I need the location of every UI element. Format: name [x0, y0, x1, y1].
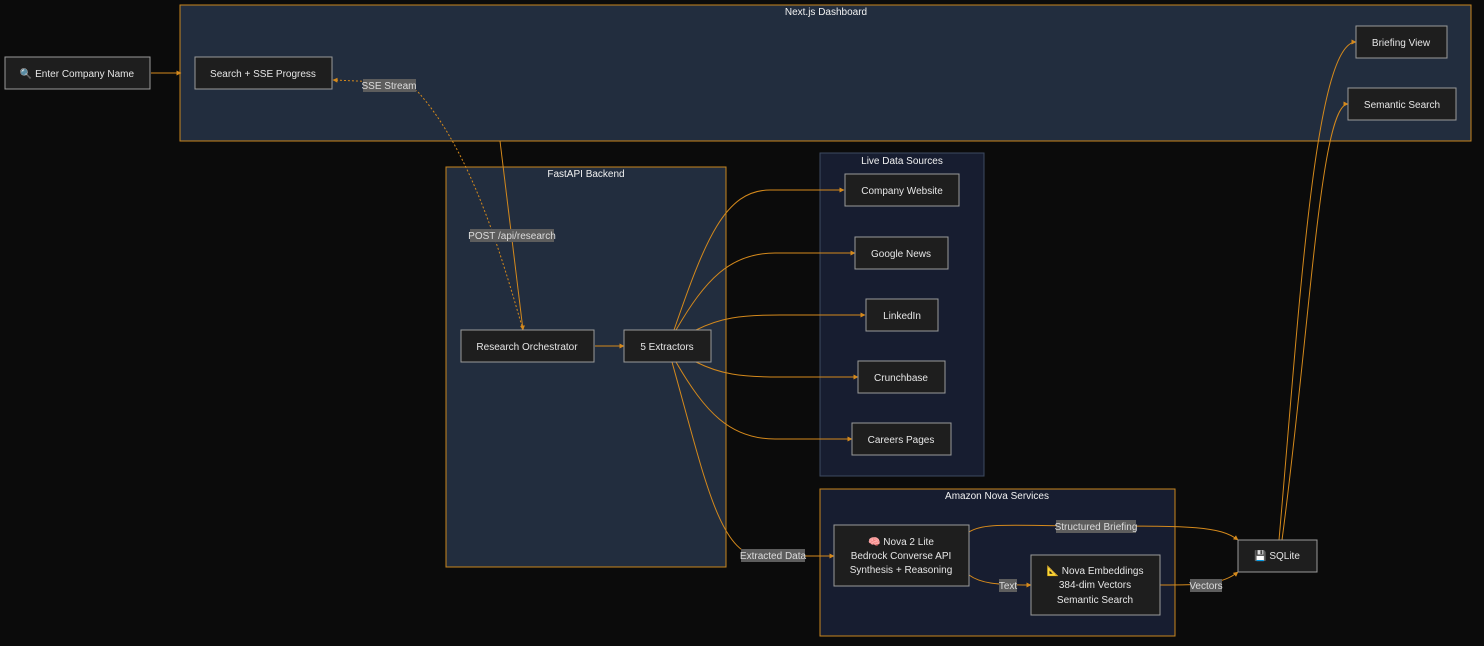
node-label-search: Search + SSE Progress	[210, 69, 316, 80]
edge-label-sse-text: SSE Stream	[361, 81, 416, 92]
node-5-extractors[interactable]: 5 Extractors	[623, 329, 712, 363]
edge-label-extracted-data: Extracted Data	[740, 549, 807, 562]
node-semantic-search[interactable]: Semantic Search	[1347, 87, 1457, 121]
edge-label-vectors-text: Vectors	[1189, 581, 1222, 592]
node-label-sqlite: 💾 SQLite	[1254, 549, 1300, 562]
node-label-nova-lite-3: Synthesis + Reasoning	[850, 565, 953, 576]
edge-label-structured-briefing: Structured Briefing	[1055, 520, 1138, 533]
node-label-orchestrator: Research Orchestrator	[476, 342, 578, 353]
node-linkedin[interactable]: LinkedIn	[865, 298, 939, 332]
node-label-nova-lite-2: Bedrock Converse API	[851, 551, 952, 562]
cluster-title-backend: FastAPI Backend	[547, 169, 624, 180]
node-briefing-view[interactable]: Briefing View	[1355, 25, 1448, 59]
node-label-embeddings-1: 📐 Nova Embeddings	[1047, 564, 1144, 577]
node-careers-pages[interactable]: Careers Pages	[851, 422, 952, 456]
architecture-diagram: Next.js Dashboard FastAPI Backend Live D…	[4, 4, 1472, 637]
node-label-input: 🔍 Enter Company Name	[20, 67, 135, 80]
edge-label-post-research: POST /api/research	[468, 229, 556, 242]
node-label-nova-lite-1: 🧠 Nova 2 Lite	[868, 536, 934, 548]
node-research-orchestrator[interactable]: Research Orchestrator	[460, 329, 595, 363]
cluster-nextjs-dashboard: Next.js Dashboard	[179, 4, 1472, 142]
node-label-briefing: Briefing View	[1372, 38, 1431, 49]
node-company-website[interactable]: Company Website	[844, 173, 960, 207]
node-label-linkedin: LinkedIn	[883, 311, 921, 322]
node-label-crunchbase: Crunchbase	[874, 373, 928, 384]
edge-label-sse-stream: SSE Stream	[361, 79, 417, 92]
cluster-title-nova: Amazon Nova Services	[945, 491, 1049, 502]
node-enter-company-name[interactable]: 🔍 Enter Company Name	[4, 56, 151, 90]
edge-sqlite-semantic	[1281, 101, 1349, 541]
node-nova-embeddings[interactable]: 📐 Nova Embeddings 384-dim Vectors Semant…	[1030, 554, 1161, 616]
edge-label-text-text: Text	[999, 581, 1018, 592]
edge-label-structured-text: Structured Briefing	[1055, 522, 1138, 533]
edge-label-text: Text	[999, 579, 1018, 592]
node-nova-2-lite[interactable]: 🧠 Nova 2 Lite Bedrock Converse API Synth…	[833, 524, 970, 587]
node-label-news: Google News	[871, 249, 931, 260]
cluster-fastapi-backend: FastAPI Backend	[445, 166, 727, 568]
node-label-careers: Careers Pages	[868, 435, 935, 446]
node-search-sse-progress[interactable]: Search + SSE Progress	[194, 56, 333, 90]
node-label-website: Company Website	[861, 186, 943, 197]
node-sqlite[interactable]: 💾 SQLite	[1237, 539, 1318, 573]
edge-label-vectors: Vectors	[1189, 579, 1223, 592]
node-label-embeddings-2: 384-dim Vectors	[1059, 580, 1131, 591]
cluster-title-sources: Live Data Sources	[861, 156, 943, 167]
node-google-news[interactable]: Google News	[854, 236, 949, 270]
edge-label-extracted-text: Extracted Data	[740, 551, 807, 562]
node-crunchbase[interactable]: Crunchbase	[857, 360, 946, 394]
cluster-title-dashboard: Next.js Dashboard	[785, 7, 867, 18]
node-label-embeddings-3: Semantic Search	[1057, 595, 1133, 606]
edge-label-post-text: POST /api/research	[468, 231, 556, 242]
node-label-extractors: 5 Extractors	[640, 342, 693, 353]
node-label-semantic: Semantic Search	[1364, 100, 1440, 111]
